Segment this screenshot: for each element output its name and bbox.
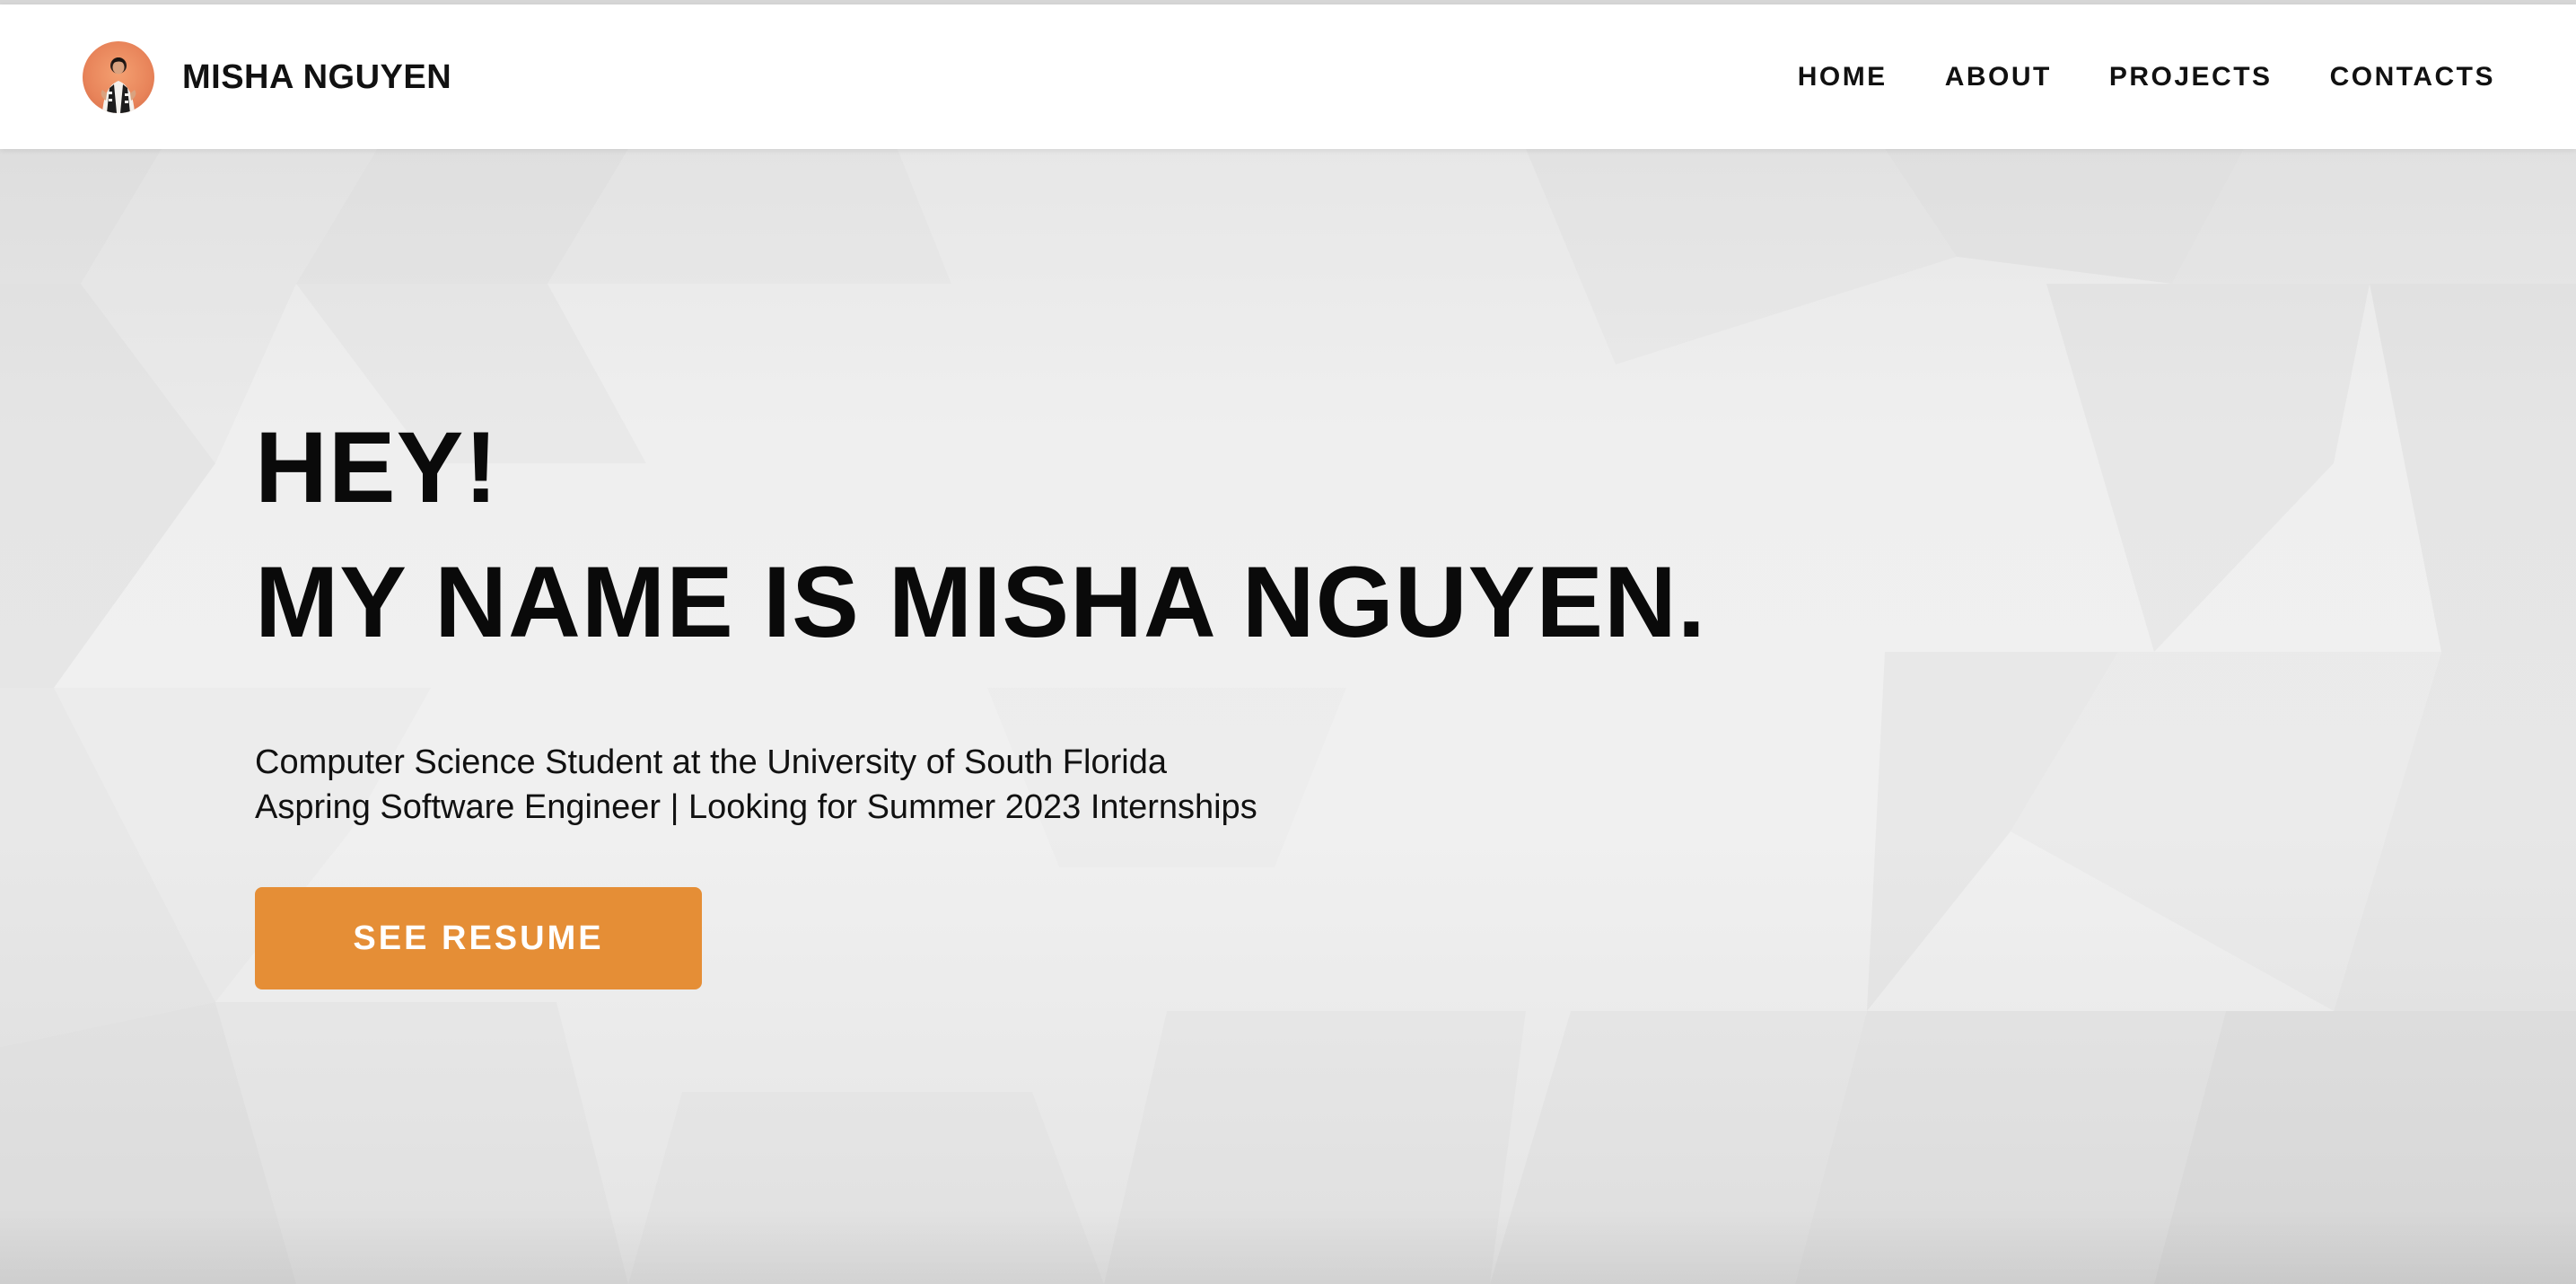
hero-content: HEY! MY NAME IS MISHA NGUYEN. Computer S… [255, 400, 1706, 989]
subtitle-line-2: Aspring Software Engineer | Looking for … [255, 788, 1257, 826]
page: MISHA NGUYEN HOME ABOUT PROJECTS CONTACT… [0, 0, 2576, 1284]
nav-item-about[interactable]: ABOUT [1945, 62, 2052, 92]
profile-photo-icon [101, 57, 136, 113]
nav-item-contacts[interactable]: CONTACTS [2330, 62, 2495, 92]
hero-subtitle: Computer Science Student at the Universi… [255, 740, 1706, 830]
main-nav: HOME ABOUT PROJECTS CONTACTS [1740, 4, 2495, 149]
brand[interactable]: MISHA NGUYEN [83, 40, 451, 114]
headline-greeting: HEY! [255, 411, 499, 523]
nav-item-home[interactable]: HOME [1798, 62, 1888, 92]
navbar: MISHA NGUYEN HOME ABOUT PROJECTS CONTACT… [0, 4, 2576, 149]
headline-name: MY NAME IS MISHA NGUYEN. [255, 546, 1707, 658]
see-resume-button[interactable]: SEE RESUME [255, 887, 702, 989]
avatar [83, 41, 154, 113]
hero-section: HEY! MY NAME IS MISHA NGUYEN. Computer S… [0, 149, 2576, 1284]
hero-headline: HEY! MY NAME IS MISHA NGUYEN. [255, 400, 1706, 670]
subtitle-line-1: Computer Science Student at the Universi… [255, 743, 1167, 781]
brand-name: MISHA NGUYEN [182, 57, 452, 96]
nav-item-projects[interactable]: PROJECTS [2109, 62, 2273, 92]
